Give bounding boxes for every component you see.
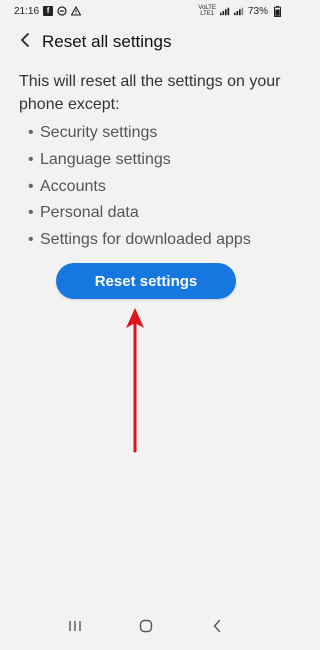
list-item-label: Security settings [40,124,158,141]
minus-circle-icon [57,6,67,16]
nav-back-icon [212,619,222,638]
status-left: 21:16 f [14,5,82,17]
signal-icon [219,6,230,16]
bullet: • [28,231,34,249]
list-item-label: Settings for downloaded apps [40,231,251,249]
list-item-label: Language settings [40,150,171,168]
nav-back-button[interactable] [197,613,237,643]
list-item: • Personal data [28,200,284,227]
status-right: VoLTE LTE1 73% [198,5,282,17]
list-item: • Settings for downloaded apps [28,227,284,254]
facebook-icon: f [43,6,54,16]
status-bar: 21:16 f VoLTE LTE1 73% [0,0,292,22]
content: This will reset all the settings on your… [19,70,284,254]
bullet: • [28,124,34,141]
status-time: 21:16 [14,5,40,17]
bullet: • [28,150,34,168]
reset-settings-button[interactable]: Reset settings [56,263,236,299]
exceptions-list: • Security settings • Language settings … [19,120,284,254]
recents-button[interactable] [55,613,95,643]
bullet: • [28,177,34,195]
red-arrow-annotation [126,308,144,453]
list-item: • Accounts [28,174,284,201]
intro-text: This will reset all the settings on your… [19,73,281,113]
page-title: Reset all settings [42,32,172,51]
network-label: VoLTE LTE1 [198,5,216,17]
chevron-left-icon [19,32,31,53]
battery-icon [272,5,282,17]
bullet: • [28,204,34,222]
signal-icon-2 [233,6,244,16]
list-item: • Security settings [28,120,284,147]
warning-icon [71,6,82,16]
back-button[interactable] [10,27,40,57]
battery-percent: 73% [247,5,268,17]
list-item: • Language settings [28,147,284,174]
home-icon [139,619,153,638]
recents-icon [68,619,82,637]
list-item-label: Accounts [40,177,106,195]
navigation-bar [0,606,292,650]
app-bar: Reset all settings [0,22,292,62]
home-button[interactable] [126,613,166,643]
network-label-bottom: LTE1 [200,11,215,17]
list-item-label: Personal data [40,204,139,222]
